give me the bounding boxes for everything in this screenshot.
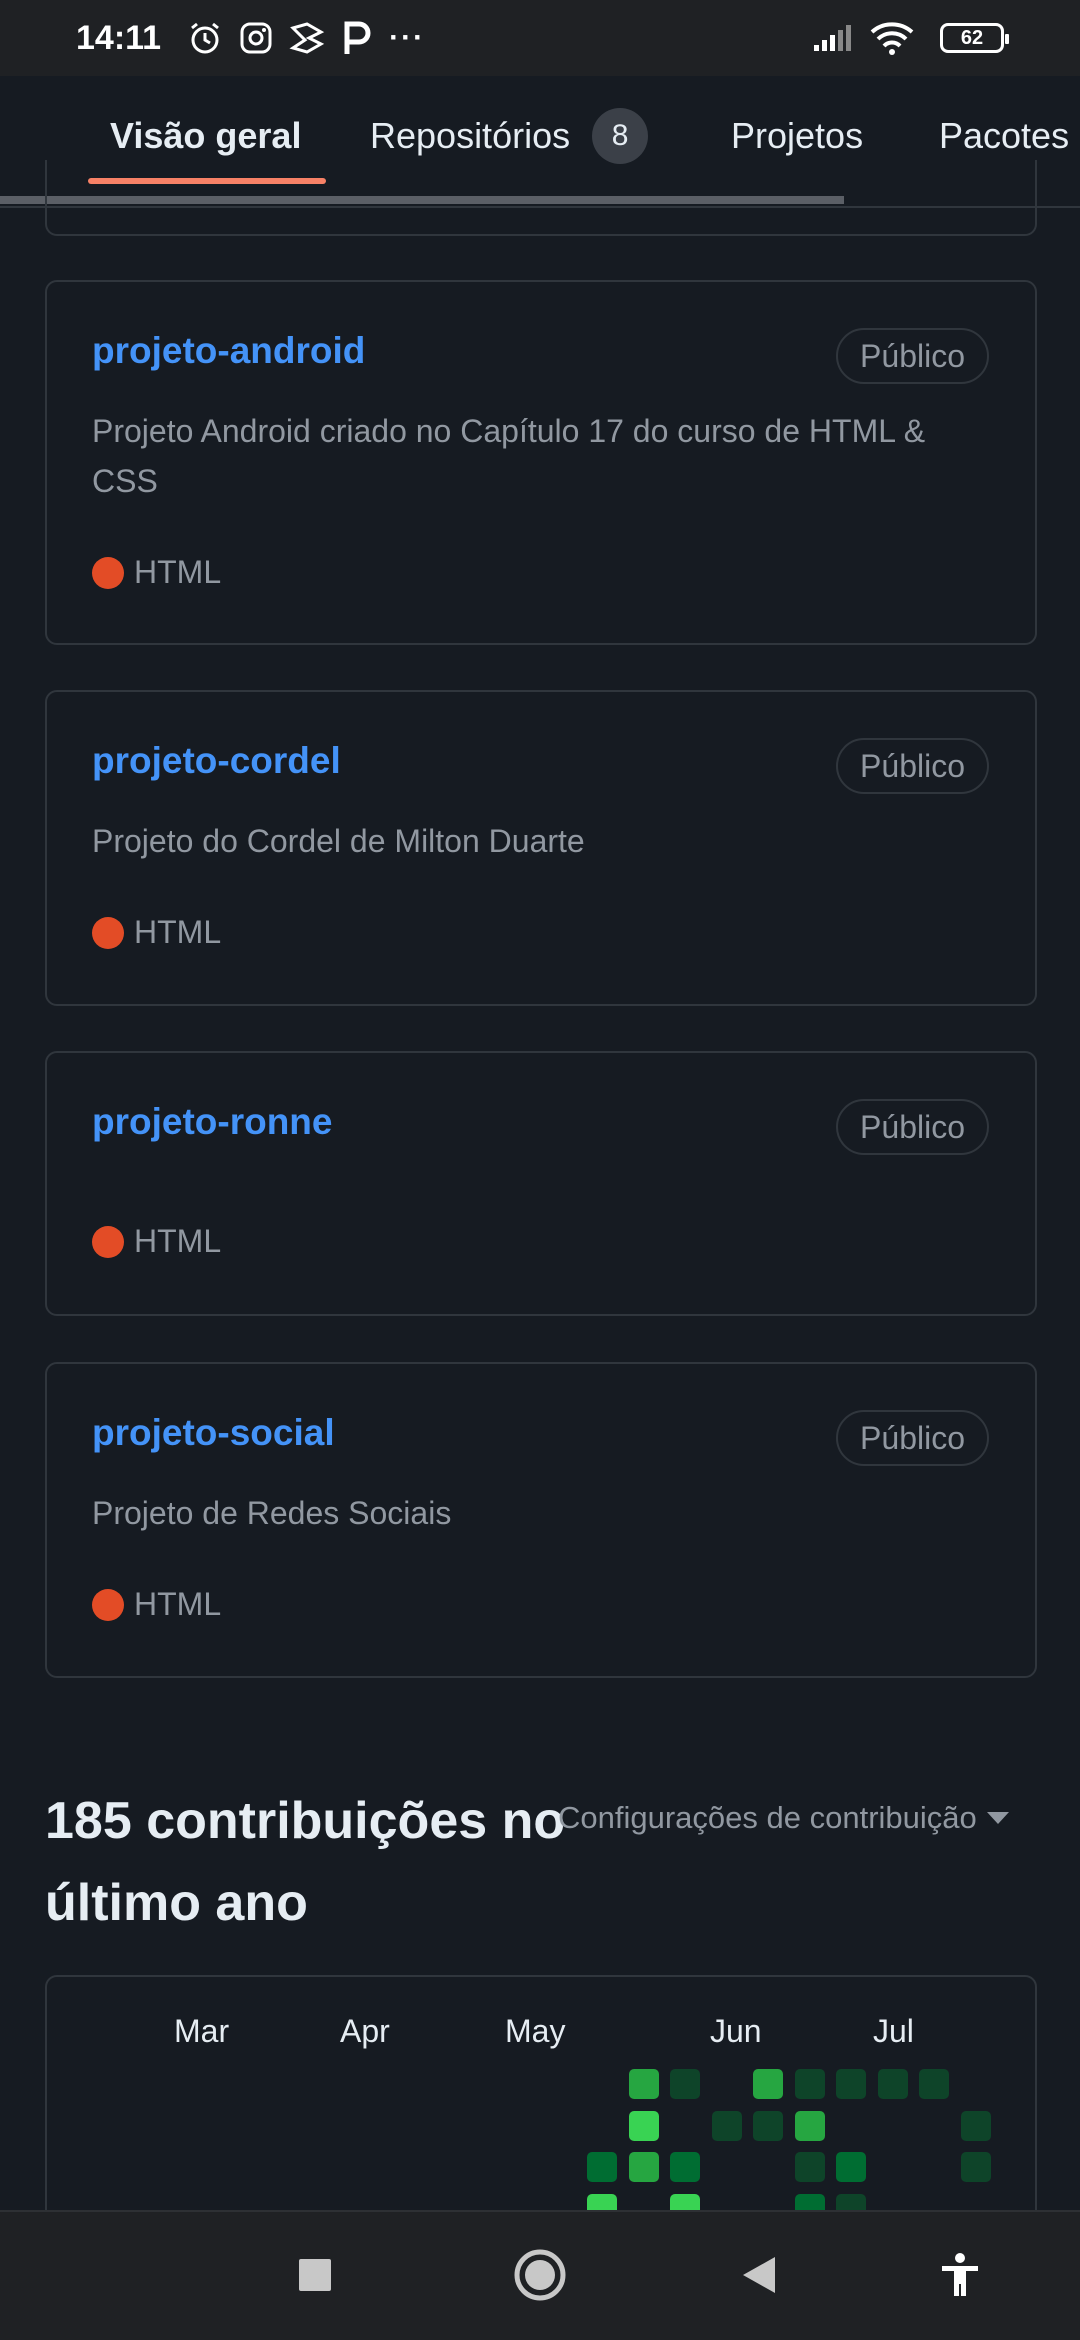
- status-bar: 14:11 ··· 62: [0, 0, 1080, 76]
- more-icon: ···: [389, 21, 426, 54]
- repo-name-link[interactable]: projeto-android: [92, 330, 365, 372]
- month-label: Jun: [710, 2013, 762, 2049]
- repo-description: Projeto do Cordel de Milton Duarte: [92, 823, 585, 859]
- signal-icon: [812, 23, 854, 53]
- tab-packages-label: Pacotes: [939, 115, 1070, 156]
- repositories-count-badge: 8: [592, 108, 649, 164]
- month-label: Apr: [340, 2013, 390, 2049]
- contribution-day-cell[interactable]: [836, 2152, 866, 2182]
- repo-card: projeto-social Público Projeto de Redes …: [45, 1362, 1037, 1678]
- visibility-badge: Público: [836, 1410, 989, 1466]
- repo-description: Projeto de Redes Sociais: [92, 1495, 452, 1531]
- language-color-dot: [92, 916, 124, 949]
- visibility-badge: Público: [836, 328, 989, 384]
- app-icon: [289, 20, 325, 56]
- language-color-dot: [92, 1588, 124, 1621]
- repo-description: Projeto Android criado no Capítulo 17 do…: [92, 413, 926, 499]
- language-label: HTML: [134, 554, 222, 590]
- contribution-day-cell[interactable]: [711, 2110, 742, 2141]
- contribution-day-cell[interactable]: [794, 2110, 825, 2141]
- accessibility-button[interactable]: [922, 2212, 998, 2340]
- repo-name-link[interactable]: projeto-social: [92, 1412, 335, 1454]
- month-label: Jul: [873, 2013, 914, 2049]
- navigation-bar: [0, 2210, 1080, 2340]
- contribution-day-cell[interactable]: [628, 2152, 659, 2182]
- accessibility-icon: [939, 2252, 981, 2303]
- tab-repositories-label: Repositórios: [370, 115, 571, 156]
- caret-down-icon: [986, 1812, 1009, 1824]
- tab-overview-label: Visão geral: [110, 115, 302, 156]
- square-icon: [299, 2258, 331, 2296]
- contribution-day-cell[interactable]: [960, 2110, 991, 2141]
- back-button[interactable]: [724, 2212, 794, 2340]
- language-label: HTML: [134, 1223, 222, 1259]
- contribution-day-cell[interactable]: [587, 2152, 617, 2182]
- contribution-settings-dropdown[interactable]: Configurações de contribuição: [558, 1800, 1009, 1836]
- visibility-badge: Público: [836, 1099, 989, 1155]
- tab-projects-label: Projetos: [731, 115, 864, 156]
- contribution-day-cell[interactable]: [753, 2110, 783, 2141]
- repo-name-link[interactable]: projeto-ronne: [92, 1101, 332, 1143]
- contribution-day-cell[interactable]: [628, 2110, 659, 2141]
- contribution-day-cell[interactable]: [753, 2069, 783, 2099]
- wifi-icon: [870, 21, 914, 55]
- alarm-icon: [187, 20, 223, 56]
- p-icon: [341, 20, 373, 56]
- contribution-day-cell[interactable]: [960, 2152, 991, 2182]
- language-label: HTML: [134, 914, 222, 950]
- repo-language: HTML: [92, 1586, 221, 1623]
- contribution-day-cell[interactable]: [919, 2069, 949, 2099]
- repo-language: HTML: [92, 914, 221, 951]
- contribution-day-cell[interactable]: [670, 2152, 700, 2182]
- contribution-day-cell[interactable]: [628, 2069, 659, 2099]
- home-circle-icon: [513, 2248, 567, 2307]
- repo-card: projeto-android Público Projeto Android …: [45, 280, 1037, 645]
- month-label: Mar: [174, 2013, 230, 2049]
- repo-card: projeto-cordel Público Projeto do Cordel…: [45, 690, 1037, 1006]
- month-label: May: [505, 2013, 566, 2049]
- repo-card: projeto-ronne Público HTML: [45, 1051, 1037, 1316]
- instagram-icon: [239, 21, 273, 55]
- recents-button[interactable]: [280, 2212, 350, 2340]
- repo-language: HTML: [92, 1223, 221, 1260]
- contribution-settings-label: Configurações de contribuição: [558, 1800, 977, 1835]
- visibility-badge: Público: [836, 738, 989, 794]
- repo-name-link[interactable]: projeto-cordel: [92, 740, 341, 782]
- language-color-dot: [92, 1225, 124, 1258]
- contribution-day-cell[interactable]: [794, 2152, 825, 2182]
- battery-icon: 62: [940, 23, 1009, 53]
- repo-card-previous: [45, 160, 1037, 236]
- home-button[interactable]: [504, 2212, 576, 2340]
- contribution-day-cell[interactable]: [877, 2069, 908, 2099]
- language-color-dot: [92, 556, 124, 589]
- status-time: 14:11: [76, 18, 162, 57]
- contributions-heading: 185 contribuições no último ano: [45, 1792, 566, 1932]
- repo-language: HTML: [92, 554, 221, 591]
- contribution-day-cell[interactable]: [836, 2069, 866, 2099]
- contribution-day-cell[interactable]: [670, 2069, 700, 2099]
- contribution-day-cell[interactable]: [794, 2069, 825, 2099]
- language-label: HTML: [134, 1586, 222, 1622]
- back-triangle-icon: [741, 2255, 777, 2300]
